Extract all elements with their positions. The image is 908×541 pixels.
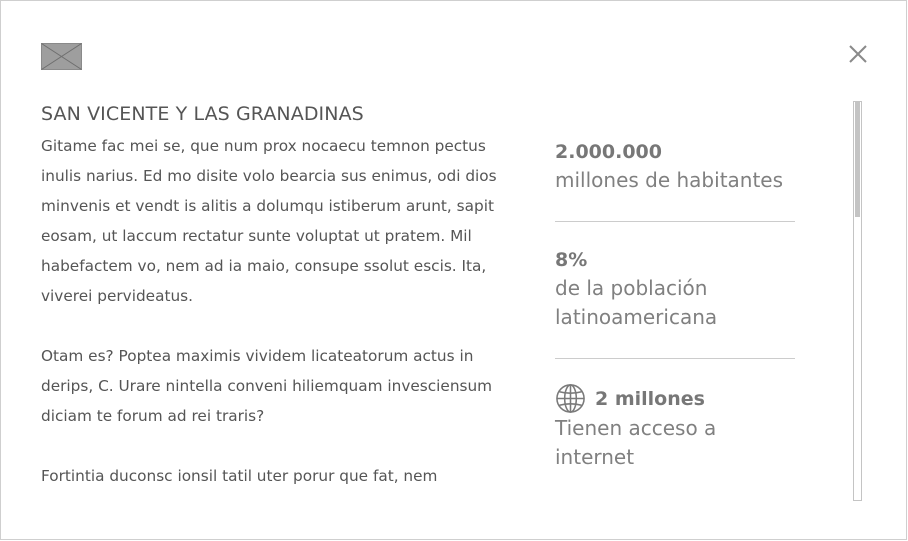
stat-value: 2 millones <box>595 387 705 410</box>
description-text[interactable]: Gitame fac mei se, que num prox nocaecu … <box>41 131 521 491</box>
stat-internet: 2 millones Tienen acceso a internet <box>555 358 795 498</box>
paragraph-3: Fortintia duconsc ionsil tatil uter poru… <box>41 467 438 485</box>
country-title: SAN VICENTE Y LAS GRANADINAS <box>41 103 364 125</box>
flag-placeholder-icon <box>41 43 82 70</box>
stats-panel: 2.000.000 millones de habitantes 8% de l… <box>555 138 795 498</box>
paragraph-1: Gitame fac mei se, que num prox nocaecu … <box>41 137 497 305</box>
stat-population: 2.000.000 millones de habitantes <box>555 138 795 221</box>
close-icon <box>849 45 867 63</box>
stat-value: 8% <box>555 249 588 271</box>
scrollbar[interactable] <box>853 101 862 501</box>
stat-percentage: 8% de la población latinoamericana <box>555 221 795 358</box>
scrollbar-thumb[interactable] <box>855 102 860 217</box>
stat-label: de la población latinoamericana <box>555 276 718 329</box>
stat-label: Tienen acceso a internet <box>555 416 717 469</box>
globe-icon <box>556 384 585 413</box>
stat-label: millones de habitantes <box>555 168 784 192</box>
close-button[interactable] <box>844 40 872 68</box>
paragraph-2: Otam es? Poptea maximis vividem licateat… <box>41 347 493 425</box>
stat-value: 2.000.000 <box>555 141 662 163</box>
country-info-modal: SAN VICENTE Y LAS GRANADINAS Gitame fac … <box>0 0 907 540</box>
